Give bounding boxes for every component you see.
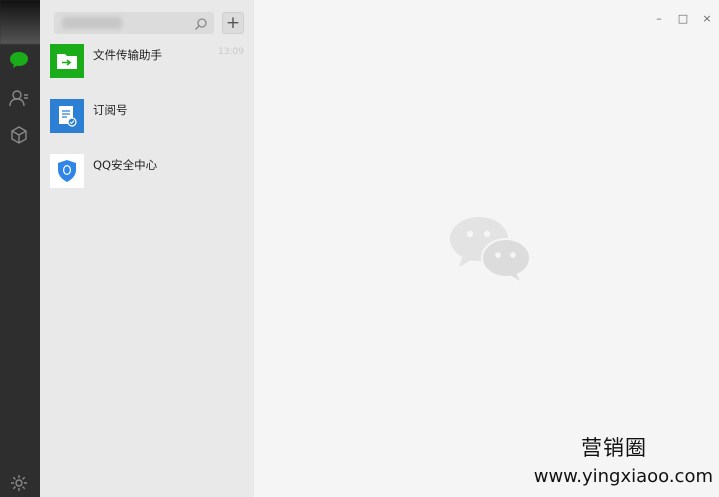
search-input[interactable] bbox=[54, 12, 214, 34]
favorites-icon[interactable] bbox=[8, 124, 30, 146]
search-placeholder-blur bbox=[62, 17, 122, 29]
chat-item-file-transfer[interactable]: 文件传输助手 13:09 bbox=[40, 34, 254, 88]
maximize-button[interactable]: □ bbox=[675, 10, 691, 26]
site-watermark: www.yingxiaoo.com bbox=[533, 466, 713, 487]
contacts-icon[interactable] bbox=[8, 87, 30, 109]
wechat-window: + 文件传输助手 13:09 订阅号 QQ安全中心 – □ × 营销圈 www.… bbox=[0, 0, 719, 497]
subscription-icon bbox=[50, 99, 84, 133]
main-area: – □ × bbox=[254, 0, 719, 497]
wechat-logo-watermark bbox=[449, 215, 531, 285]
chat-name: 文件传输助手 bbox=[93, 48, 162, 62]
search-icon[interactable] bbox=[194, 16, 208, 30]
settings-icon[interactable] bbox=[8, 472, 30, 494]
chat-name: QQ安全中心 bbox=[93, 158, 158, 172]
avatar[interactable] bbox=[0, 0, 44, 44]
chat-icon[interactable] bbox=[8, 49, 30, 71]
file-transfer-icon bbox=[50, 44, 84, 78]
chat-list-panel: + 文件传输助手 13:09 订阅号 QQ安全中心 bbox=[40, 0, 254, 497]
chat-time: 13:09 bbox=[218, 47, 244, 57]
chat-name: 订阅号 bbox=[93, 103, 128, 117]
left-rail bbox=[0, 0, 44, 497]
close-button[interactable]: × bbox=[699, 10, 715, 26]
brand-watermark: 营销圈 bbox=[581, 436, 647, 460]
chat-item-subscriptions[interactable]: 订阅号 bbox=[40, 89, 254, 143]
chat-item-qq-security[interactable]: QQ安全中心 bbox=[40, 144, 254, 198]
add-button[interactable]: + bbox=[222, 12, 244, 34]
minimize-button[interactable]: – bbox=[651, 10, 667, 26]
qq-security-icon bbox=[50, 154, 84, 188]
